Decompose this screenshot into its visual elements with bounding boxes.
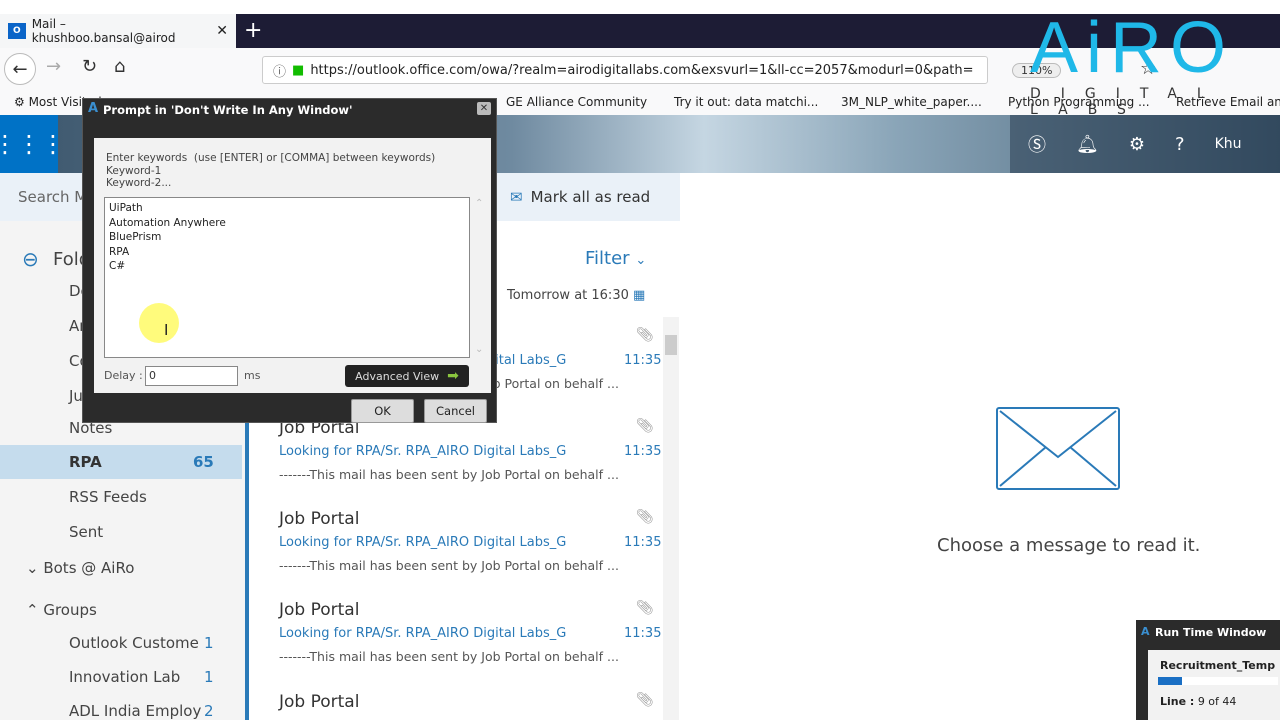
attachment-icon: 📎︎: [636, 692, 654, 708]
outlook-icon: O: [8, 23, 26, 39]
help-icon[interactable]: ?: [1175, 134, 1185, 155]
run-time-title: Run Time Window: [1155, 626, 1267, 639]
folder-item-rpa[interactable]: RPA 65: [0, 445, 242, 479]
cursor-highlight: [139, 303, 179, 343]
tab-title: Mail – khushboo.bansal@airod: [31, 17, 176, 45]
automation-anywhere-icon: A: [88, 101, 99, 116]
keyword: UiPath: [109, 202, 143, 214]
attachment-icon: 📎︎: [636, 600, 654, 616]
scroll-up-icon[interactable]: ⌃: [475, 198, 483, 209]
close-icon[interactable]: ✕: [477, 102, 491, 115]
group-count: 2: [204, 702, 214, 720]
user-name[interactable]: Khu: [1215, 136, 1242, 152]
attachment-icon: 📎︎: [636, 418, 654, 434]
instructions: Enter keywords (use [ENTER] or [COMMA] b…: [106, 152, 436, 189]
reload-button[interactable]: ↻: [82, 56, 97, 77]
app-launcher-icon[interactable]: ⋮⋮⋮: [0, 115, 65, 173]
forward-button[interactable]: →: [46, 56, 61, 77]
browser-tab[interactable]: O Mail – khushboo.bansal@airod ✕: [0, 14, 236, 48]
folder-item[interactable]: Ju: [69, 387, 83, 405]
arrow-right-icon: ➡: [447, 368, 459, 384]
scroll-down-icon[interactable]: ⌄: [475, 344, 483, 355]
keyword: RPA: [109, 245, 130, 258]
back-button[interactable]: ←: [4, 53, 36, 85]
bookmark-try-it-out[interactable]: Try it out: data matchi...: [674, 95, 818, 109]
group-item[interactable]: Outlook Custome: [69, 634, 199, 652]
folder-item-sent[interactable]: Sent: [69, 523, 103, 541]
chevron-down-icon: ⌄: [635, 253, 647, 268]
attachment-icon: 📎︎: [636, 509, 654, 525]
group-item[interactable]: ADL India Employ: [69, 702, 201, 720]
delay-input[interactable]: 0: [145, 366, 238, 386]
url-bar[interactable]: ⓘ ■ https://outlook.office.com/owa/?real…: [262, 56, 988, 84]
airo-logo: AiRO: [1030, 8, 1235, 88]
search-input[interactable]: Search M: [18, 188, 87, 206]
attachment-icon: 📎︎: [636, 327, 654, 343]
filter-button[interactable]: Filter ⌄: [585, 248, 646, 269]
group-item[interactable]: Innovation Lab: [69, 668, 180, 686]
bookmark-ge-alliance[interactable]: GE Alliance Community: [506, 95, 647, 109]
list-item[interactable]: Job Portal 📎︎: [279, 692, 659, 712]
skype-icon[interactable]: Ⓢ: [1028, 131, 1046, 157]
url-text: https://outlook.office.com/owa/?realm=ai…: [310, 62, 974, 78]
cancel-button[interactable]: Cancel: [424, 399, 487, 423]
new-tab-button[interactable]: +: [244, 18, 262, 43]
ms-label: ms: [244, 369, 261, 382]
groups-toggle[interactable]: ⌃ Groups: [26, 601, 97, 619]
header-actions: Ⓢ 🔔︎ ⚙ ? Khu: [1010, 115, 1280, 173]
calendar-icon: ▦: [633, 288, 646, 303]
keyword: BluePrism: [109, 231, 162, 244]
envelope-icon: [996, 407, 1120, 490]
task-name: Recruitment_Temp: [1160, 659, 1276, 672]
list-scrollbar[interactable]: [663, 317, 679, 720]
line-info: Line : 9 of 44: [1160, 695, 1237, 708]
dialog-body: Enter keywords (use [ENTER] or [COMMA] b…: [94, 138, 491, 393]
lock-icon: ■: [292, 62, 305, 78]
progress-bar: [1158, 677, 1278, 685]
back-arrow-icon[interactable]: ⊖: [22, 247, 39, 271]
envelope-open-icon: ✉: [510, 188, 523, 206]
advanced-view-button[interactable]: Advanced View ➡: [345, 365, 469, 387]
run-time-body: Recruitment_Temp Line : 9 of 44: [1148, 650, 1280, 720]
scheduled-time[interactable]: Tomorrow at 16:30 ▦: [507, 288, 645, 303]
dialog-title: Prompt in 'Don't Write In Any Window': [103, 103, 353, 117]
list-item[interactable]: Job Portal 📎︎ Looking for RPA/Sr. RPA_AI…: [279, 600, 661, 664]
bell-icon[interactable]: 🔔︎: [1076, 134, 1099, 155]
run-time-window: A Run Time Window Recruitment_Temp Line …: [1136, 620, 1280, 720]
keyword: C#: [109, 260, 126, 273]
close-tab-icon[interactable]: ✕: [216, 23, 228, 39]
ok-button[interactable]: OK: [351, 399, 414, 423]
home-button[interactable]: ⌂: [114, 56, 125, 77]
keyword: Automation Anywhere: [109, 216, 226, 229]
progress-fill: [1158, 677, 1182, 685]
group-count: 1: [204, 634, 214, 652]
prompt-dialog: A Prompt in 'Don't Write In Any Window' …: [82, 98, 497, 423]
bots-group-toggle[interactable]: ⌄ Bots @ AiRo: [26, 559, 134, 577]
automation-anywhere-icon: A: [1141, 625, 1150, 638]
airo-logo-sub: DIGITAL LABS: [1030, 86, 1225, 118]
folder-item-rss[interactable]: RSS Feeds: [69, 488, 147, 506]
text-cursor-icon: I: [164, 321, 169, 339]
info-icon[interactable]: ⓘ: [273, 61, 286, 80]
delay-label: Delay :: [104, 369, 143, 382]
list-item[interactable]: Job Portal 📎︎ Looking for RPA/Sr. RPA_AI…: [279, 509, 661, 573]
empty-reading-message: Choose a message to read it.: [937, 535, 1201, 556]
bookmark-3m-nlp[interactable]: 3M_NLP_white_paper....: [841, 95, 982, 109]
gear-icon[interactable]: ⚙: [1129, 134, 1145, 155]
unread-count: 65: [193, 453, 214, 471]
group-count: 1: [204, 668, 214, 686]
mark-all-read-button[interactable]: ✉ Mark all as read: [510, 188, 650, 206]
